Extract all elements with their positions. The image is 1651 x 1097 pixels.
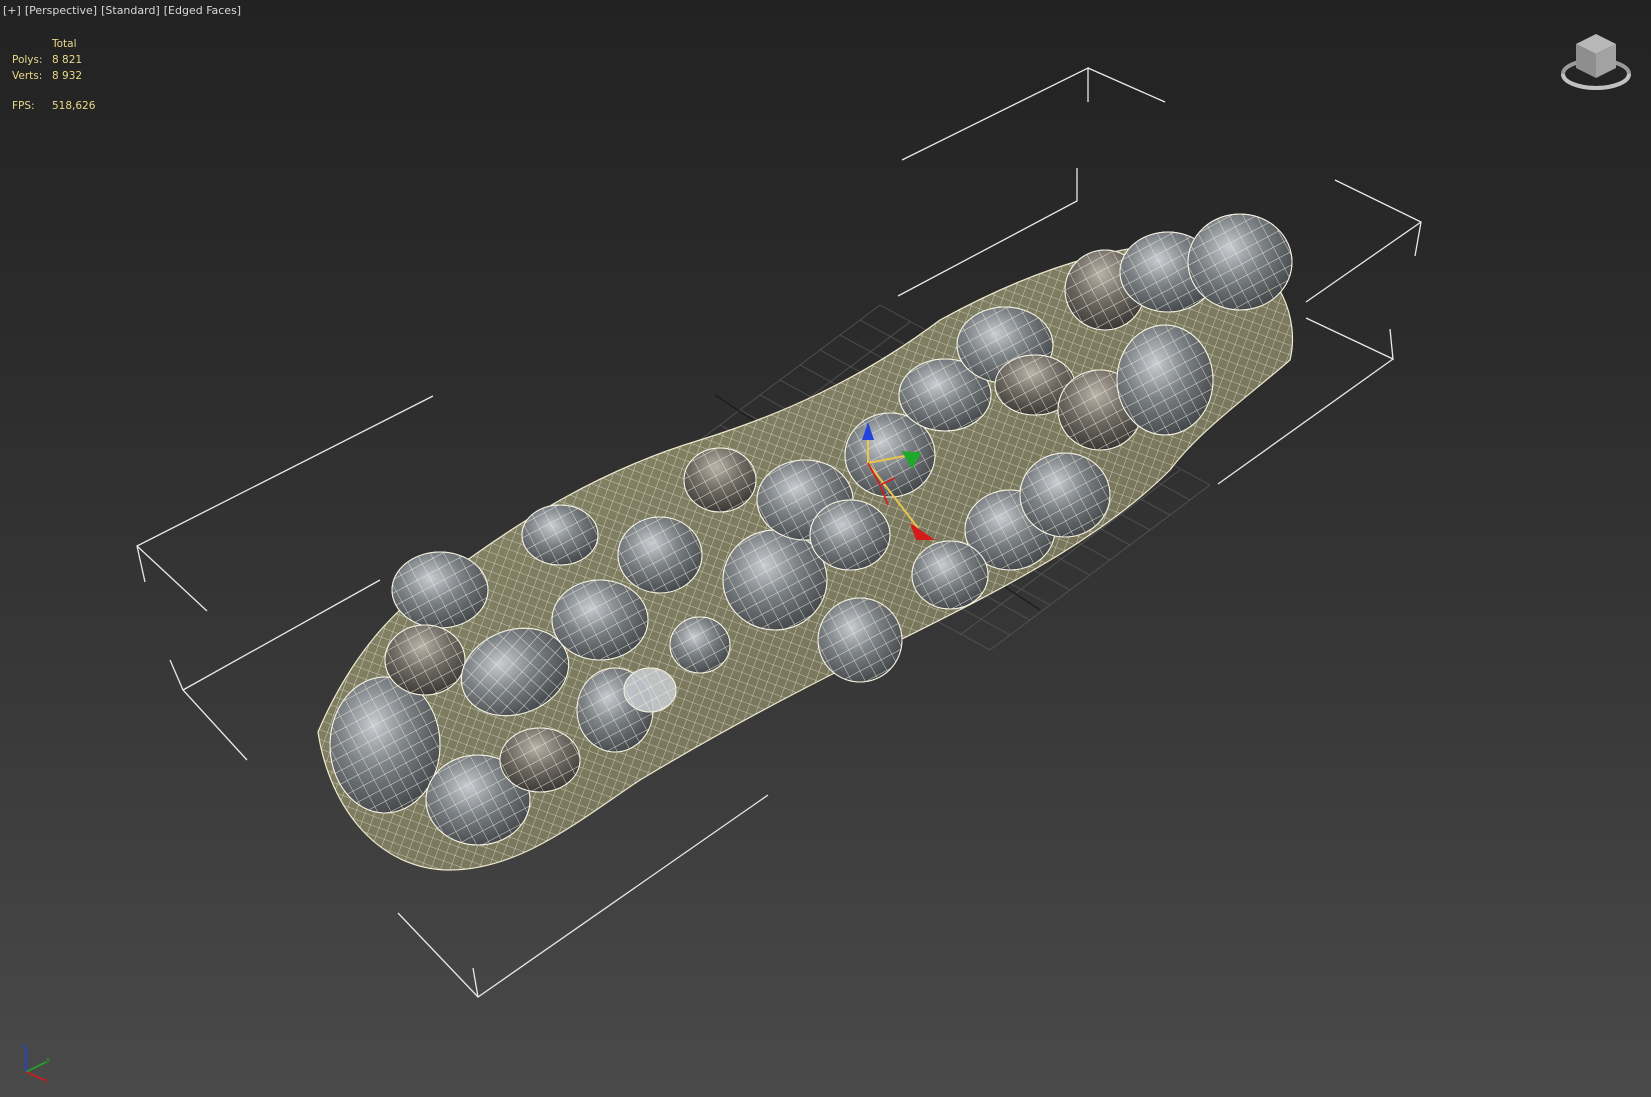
stats-header: Total [52,38,77,50]
svg-text:z: z [22,1042,26,1050]
verts-label: Verts: [12,70,43,82]
polys-label: Polys: [12,54,43,66]
viewcube-icon[interactable] [1558,30,1634,96]
verts-value: 8 932 [52,70,83,82]
viewport-statistics: Total Polys: 8 821 Verts: 8 932 FPS: 518,62… [12,36,95,114]
perspective-viewport[interactable]: [+] [Perspective] [Standard] [Edged Face… [0,0,1651,1097]
fps-value: 518,626 [52,100,96,112]
axis-tripod-icon: z y x [22,1042,50,1084]
viewport-plus-menu[interactable]: [+] [3,4,21,17]
fps-label: FPS: [12,100,35,112]
svg-text:y: y [46,1056,50,1064]
viewport-display-mode-label[interactable]: [Edged Faces] [164,4,241,17]
viewport-view-label[interactable]: [Perspective] [25,4,97,17]
svg-text:x: x [44,1077,48,1084]
viewport-shading-label[interactable]: [Standard] [101,4,160,17]
polys-value: 8 821 [52,54,83,66]
viewport-label-menu: [+] [Perspective] [Standard] [Edged Face… [3,4,241,17]
scene-canvas[interactable] [0,0,1651,1097]
stone-mesh-object [317,213,1294,871]
